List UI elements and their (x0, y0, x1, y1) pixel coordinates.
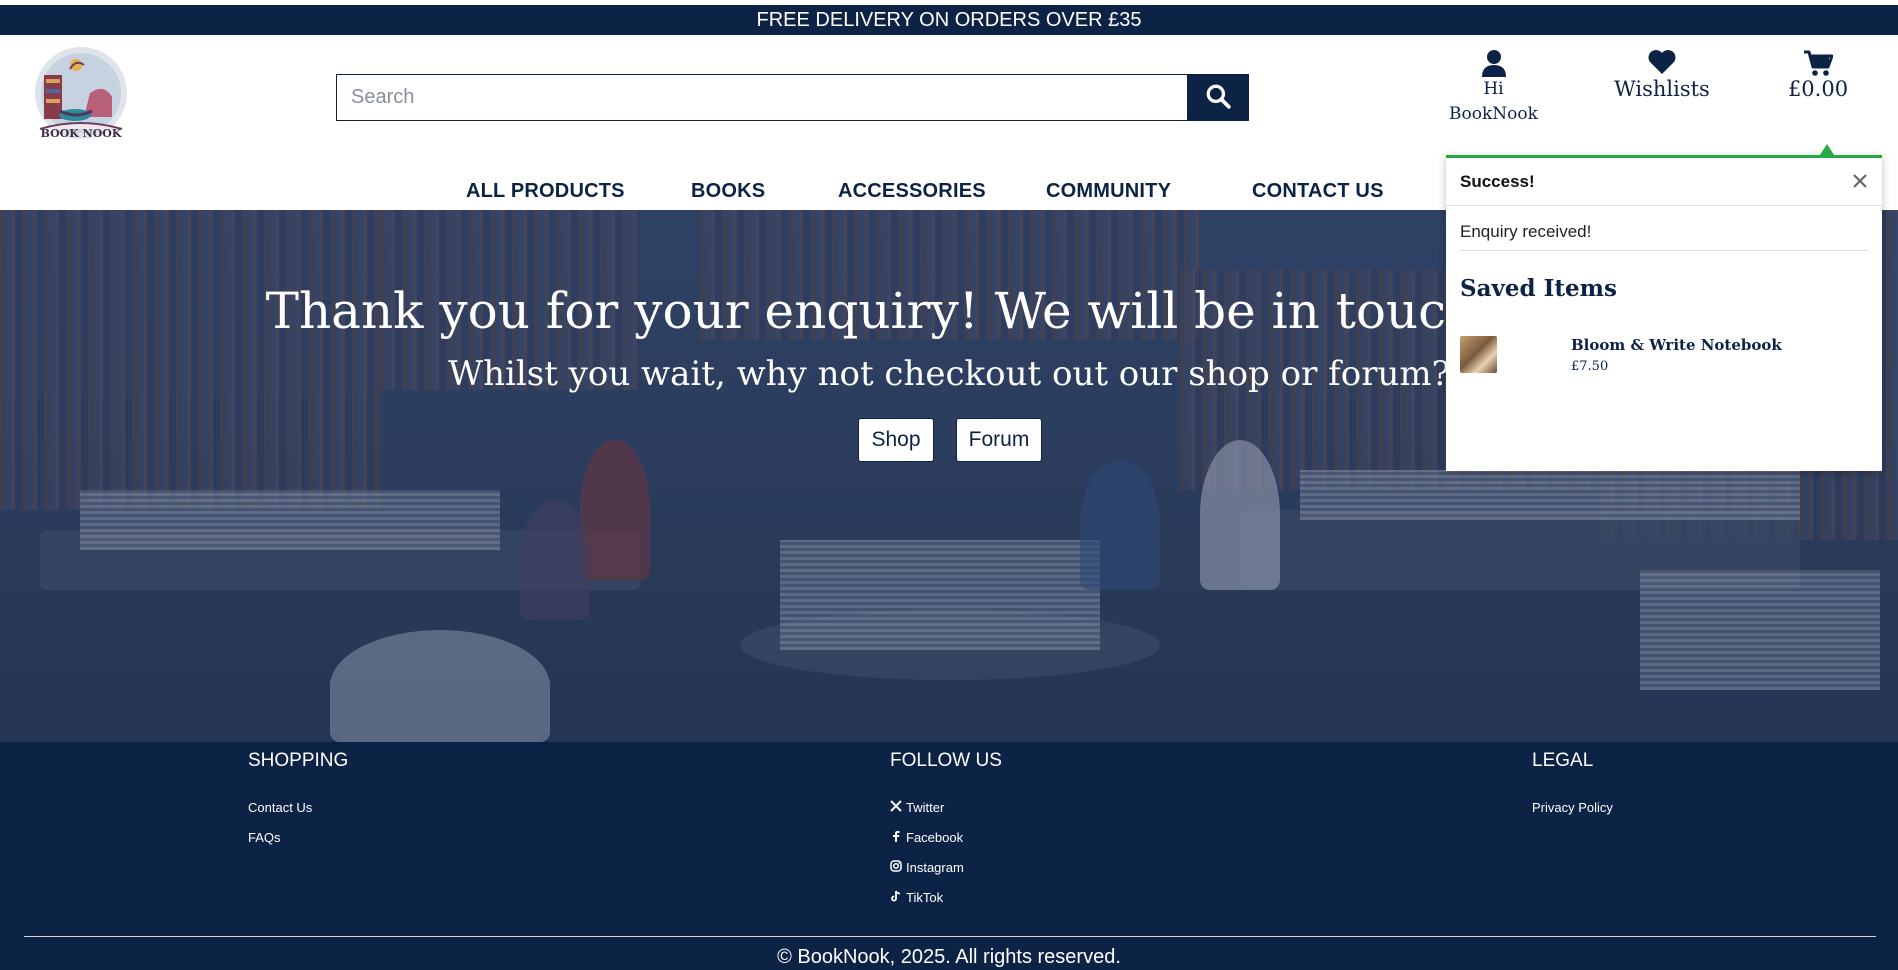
success-toast: Success! Enquiry received! Saved Items B… (1446, 144, 1882, 471)
search-button[interactable] (1187, 75, 1248, 120)
book-nook-logo[interactable]: BOOK NOOK (30, 45, 132, 153)
heart-icon (1610, 49, 1714, 77)
delivery-banner-text: FREE DELIVERY ON ORDERS OVER £35 (756, 8, 1142, 31)
footer-legal-heading: LEGAL (1532, 750, 1594, 771)
toast-title: Success! (1460, 171, 1535, 191)
footer-shopping-heading: SHOPPING (248, 750, 349, 771)
footer-follow: FOLLOW US Twitter Facebook Instagram Tik… (890, 750, 1002, 912)
toast-message: Enquiry received! (1460, 222, 1592, 241)
bag-total: £0.00 (1787, 77, 1849, 101)
wishlist-link[interactable]: Wishlists (1610, 49, 1714, 101)
saved-item-price: £7.50 (1571, 359, 1609, 374)
saved-item-name: Bloom & Write Notebook (1571, 336, 1782, 354)
toast-header: Success! (1446, 158, 1882, 206)
cart-icon (1778, 49, 1858, 77)
copyright-text: © BookNook, 2025. All rights reserved. (777, 946, 1121, 968)
close-icon[interactable] (1852, 168, 1868, 196)
x-icon (890, 799, 902, 815)
forum-button[interactable]: Forum (956, 418, 1042, 462)
footer-privacy-link[interactable]: Privacy Policy (1532, 792, 1613, 822)
nav-all-products[interactable]: ALL PRODUCTS (466, 180, 625, 203)
footer-shopping: SHOPPING Contact Us FAQs (248, 750, 348, 852)
wishlist-label: Wishlists (1614, 77, 1710, 101)
nav-contact-us[interactable]: CONTACT US (1252, 180, 1384, 203)
facebook-icon (890, 830, 902, 845)
nav-accessories[interactable]: ACCESSORIES (838, 180, 986, 203)
saved-item-thumbnail (1460, 336, 1497, 373)
account-link[interactable]: Hi BookNook (1440, 49, 1547, 127)
instagram-icon (890, 859, 902, 875)
footer-divider (24, 936, 1876, 937)
footer-faqs-link[interactable]: FAQs (248, 822, 348, 852)
logo-text: BOOK NOOK (41, 127, 122, 140)
nav-books[interactable]: BOOKS (691, 180, 765, 203)
shop-button[interactable]: Shop (858, 418, 934, 462)
saved-items-heading: Saved Items (1460, 275, 1617, 302)
footer-legal: LEGAL Privacy Policy (1532, 750, 1613, 822)
search-input[interactable] (337, 75, 1187, 120)
delivery-banner: FREE DELIVERY ON ORDERS OVER £35 (0, 5, 1898, 35)
footer-follow-heading: FOLLOW US (890, 750, 1002, 771)
toast-arrow (1820, 144, 1834, 155)
footer-contact-link[interactable]: Contact Us (248, 792, 348, 822)
account-name: BookNook (1449, 104, 1538, 124)
footer-instagram-link[interactable]: Instagram (890, 852, 1002, 882)
nav-community[interactable]: COMMUNITY (1046, 180, 1171, 203)
site-footer: SHOPPING Contact Us FAQs FOLLOW US Twitt… (0, 742, 1898, 970)
shopping-bag-link[interactable]: £0.00 (1778, 49, 1858, 101)
search-bar (336, 74, 1249, 121)
search-icon (1205, 83, 1231, 113)
tiktok-icon (890, 890, 902, 905)
footer-facebook-link[interactable]: Facebook (890, 822, 1002, 852)
footer-twitter-link[interactable]: Twitter (890, 792, 1002, 822)
saved-item[interactable]: Bloom & Write Notebook £7.50 (1460, 336, 1870, 376)
user-icon (1440, 49, 1547, 77)
account-greeting: Hi (1483, 79, 1504, 99)
footer-tiktok-link[interactable]: TikTok (890, 882, 1002, 912)
